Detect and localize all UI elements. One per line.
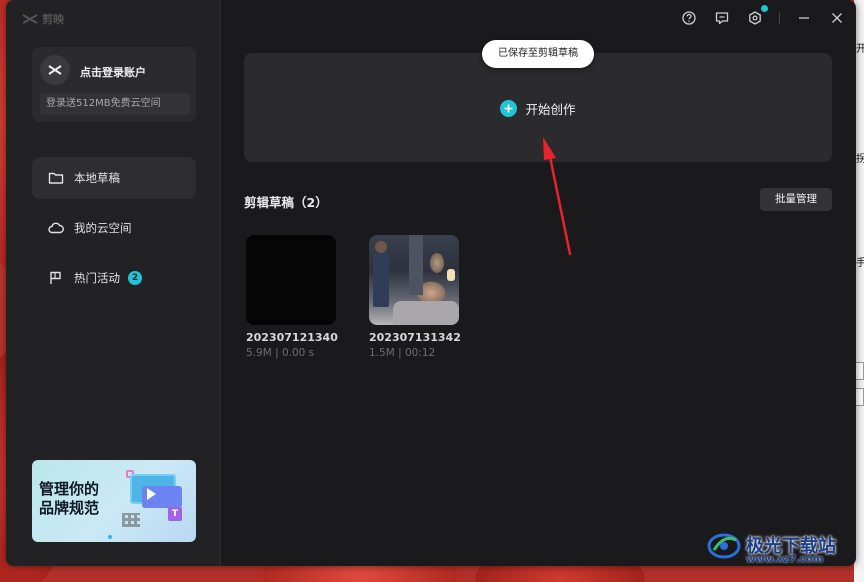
- sidebar: 剪映 点击登录账户 登录送512MB免费云空间 本地草稿 我的云空间 热门活动 …: [6, 0, 221, 566]
- login-account-link[interactable]: 点击登录账户: [80, 64, 146, 80]
- play-icon: [147, 488, 156, 500]
- close-icon: [832, 13, 842, 23]
- aurora-logo-icon: [707, 533, 741, 559]
- banner-pagination-dot: [108, 535, 112, 539]
- help-icon: [682, 11, 696, 25]
- draft-card[interactable]: 202307121340 5.9M | 0.00 s: [246, 235, 338, 359]
- capcut-logo-icon: [22, 14, 38, 24]
- avatar[interactable]: [40, 55, 70, 85]
- main-area: 开始创作 已保存至剪辑草稿 剪辑草稿（2） 批量管理 202307121340 …: [222, 0, 856, 566]
- sidebar-item-label: 热门活动: [74, 271, 120, 285]
- window-controls: [680, 5, 846, 27]
- drafts-section-title: 剪辑草稿（2）: [244, 195, 328, 210]
- banner-grid-graphic: [122, 513, 140, 527]
- cloud-offer-text[interactable]: 登录送512MB免费云空间: [40, 93, 190, 115]
- draft-thumbnail[interactable]: [246, 235, 336, 325]
- video-frame-image: [369, 235, 459, 325]
- app-logo: 剪映: [22, 11, 64, 27]
- start-creation-button[interactable]: 开始创作: [244, 53, 832, 162]
- account-card[interactable]: 点击登录账户 登录送512MB免费云空间: [32, 47, 196, 122]
- minimize-button[interactable]: [795, 9, 813, 27]
- notification-badge: 2: [128, 271, 142, 285]
- banner-title-line2: 品牌规范: [39, 499, 100, 517]
- draft-name: 202307121340: [246, 331, 338, 344]
- update-dot: [761, 5, 768, 12]
- saved-toast: 已保存至剪辑草稿: [482, 40, 594, 68]
- banner-title: 管理你的 品牌规范: [39, 480, 119, 518]
- sidebar-item-label: 本地草稿: [74, 171, 120, 185]
- app-logo-text: 剪映: [42, 13, 64, 26]
- gear-icon: [749, 11, 761, 25]
- plus-icon: [500, 100, 518, 117]
- draft-card[interactable]: 202307131342 1.5M | 00:12: [369, 235, 461, 359]
- banner-title-line1: 管理你的: [39, 480, 100, 498]
- batch-manage-button[interactable]: 批量管理: [760, 188, 832, 211]
- sidebar-item-label: 我的云空间: [74, 221, 132, 235]
- folder-icon: [48, 172, 64, 184]
- app-window: 剪映 点击登录账户 登录送512MB免费云空间 本地草稿 我的云空间 热门活动 …: [6, 0, 856, 566]
- text-tool-icon: T: [168, 507, 182, 521]
- draft-meta: 1.5M | 00:12: [369, 347, 436, 359]
- feedback-button[interactable]: [713, 9, 731, 27]
- close-button[interactable]: [828, 9, 846, 27]
- site-watermark: 极光下载站 www.xz7.com: [706, 530, 836, 565]
- sidebar-item-hot-events[interactable]: 热门活动 2: [32, 257, 196, 299]
- draft-thumbnail[interactable]: [369, 235, 459, 325]
- minimize-icon: [799, 17, 809, 19]
- cloud-icon: [48, 222, 64, 234]
- help-button[interactable]: [680, 9, 698, 27]
- start-creation-content: 开始创作: [244, 99, 832, 118]
- draft-name: 202307131342: [369, 331, 461, 344]
- sidebar-item-my-cloud[interactable]: 我的云空间: [32, 207, 196, 249]
- sidebar-item-local-drafts[interactable]: 本地草稿: [32, 157, 196, 199]
- watermark-url: www.xz7.com: [746, 554, 824, 565]
- flag-icon: [50, 271, 61, 284]
- settings-button[interactable]: [746, 5, 768, 27]
- brand-promo-banner[interactable]: 管理你的 品牌规范 T: [32, 460, 196, 542]
- feedback-icon: [715, 12, 729, 25]
- divider: [779, 12, 780, 24]
- draft-meta: 5.9M | 0.00 s: [246, 347, 315, 359]
- capcut-avatar-icon: [48, 65, 62, 75]
- start-creation-label: 开始创作: [525, 102, 576, 117]
